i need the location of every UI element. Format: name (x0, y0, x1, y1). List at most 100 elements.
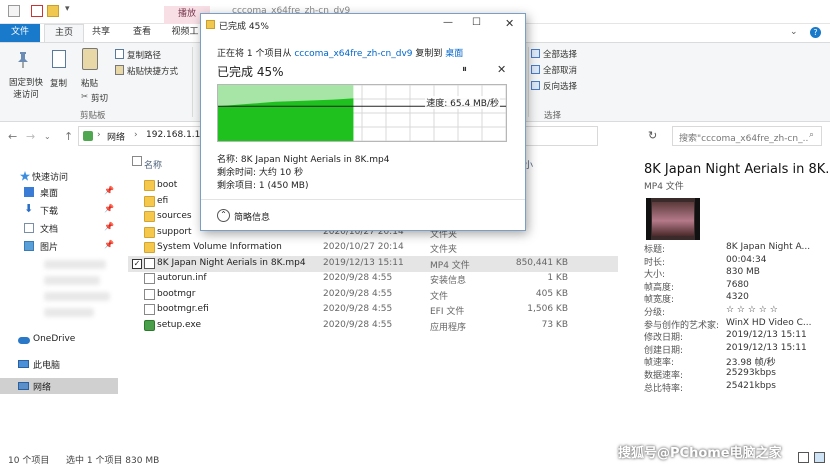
select-all-checkbox[interactable] (132, 156, 142, 166)
minimize-button[interactable]: — (443, 17, 453, 28)
back-arrow-icon[interactable]: ← (8, 130, 17, 143)
property-value: 4320 (726, 292, 749, 303)
property-row: 修改日期: 2019/12/13 15:11 (644, 330, 830, 343)
maximize-button[interactable]: ☐ (472, 17, 481, 28)
invert-selection-button[interactable]: 反向选择 (543, 80, 577, 92)
size-cell: 1 KB (547, 273, 568, 283)
up-arrow-icon[interactable]: ↑ (64, 130, 73, 143)
sidebar-item-desktop[interactable]: 桌面 📌 (0, 184, 118, 200)
type-cell: EFI 文件 (430, 307, 465, 317)
copy-description: 正在将 1 个项目从 cccoma_x64fre_zh-cn_dv9 复制到 桌… (217, 46, 463, 59)
search-icon[interactable]: ⌕ (809, 130, 814, 140)
file-name-cell: boot (157, 180, 178, 190)
copy-path-button[interactable]: 复制路径 (127, 49, 161, 61)
help-icon[interactable]: ? (810, 27, 821, 38)
properties-icon[interactable] (8, 5, 20, 17)
time-remaining: 剩余时间: 大约 10 秒 (217, 168, 304, 178)
download-arrow-icon: ⬇ (24, 202, 34, 215)
sidebar-item-network[interactable]: 网络 (0, 378, 118, 394)
quick-access-more-icon[interactable]: ▾ (65, 4, 77, 16)
checkbox-icon[interactable] (31, 5, 43, 17)
chevron-up-icon[interactable]: ⌃ (217, 209, 230, 222)
property-value: 830 MB (726, 267, 760, 278)
tab-video-tools[interactable]: 视频工 (167, 24, 203, 42)
date-cell: 2019/12/13 15:11 (323, 257, 404, 268)
size-cell: 73 KB (541, 319, 568, 330)
row-checkbox[interactable]: ✓ (132, 258, 142, 269)
copy-button[interactable]: 复制 (50, 77, 67, 89)
speed-area (218, 98, 354, 141)
thumbnail-image (652, 202, 694, 236)
paste-button[interactable]: 粘贴 (81, 77, 98, 89)
paste-shortcut-button[interactable]: 粘贴快捷方式 (127, 65, 178, 77)
property-value: WinX HD Video C... (726, 317, 812, 328)
details-subtitle: MP4 文件 (644, 182, 684, 192)
sidebar-item-this-pc[interactable]: 此电脑 (0, 356, 118, 372)
new-folder-icon[interactable] (47, 5, 59, 17)
pin-icon: 📌 (104, 240, 114, 249)
file-name-cell: support (157, 226, 192, 237)
tab-home[interactable]: 主页 (44, 24, 84, 42)
ribbon-expand-icon[interactable]: ⌄ (790, 27, 798, 37)
size-cell: 405 KB (535, 288, 568, 299)
tab-view[interactable]: 查看 (127, 24, 157, 42)
details-view-icon[interactable] (798, 452, 809, 463)
sidebar-item-label: OneDrive (33, 334, 76, 344)
size-cell: 850,441 KB (515, 257, 568, 268)
table-row[interactable]: bootmgr 2020/9/28 4:55 文件 405 KB (128, 287, 618, 303)
table-row[interactable]: bootmgr.efi 2020/9/28 4:55 EFI 文件 1,506 KB (128, 302, 618, 318)
property-row: 创建日期: 2019/12/13 15:11 (644, 343, 830, 356)
dialog-divider (201, 199, 525, 200)
search-input[interactable]: 搜索"cccoma_x64fre_zh-cn_... ⌕ (672, 126, 822, 146)
sidebar-item-quick-access[interactable]: 快速访问 (0, 168, 118, 184)
large-icons-view-icon[interactable] (814, 452, 825, 463)
type-cell: 安装信息 (430, 276, 467, 286)
tab-file[interactable]: 文件 (0, 24, 40, 42)
type-cell: 文件 (430, 291, 449, 302)
blurred-item (44, 276, 100, 285)
sidebar-item-documents[interactable]: 文档 📌 (0, 220, 118, 236)
source-link[interactable]: cccoma_x64fre_zh-cn_dv9 (294, 49, 412, 59)
breadcrumb-network[interactable]: 网络 (107, 130, 125, 143)
folder-icon (144, 211, 155, 222)
property-name: 分级: (644, 308, 666, 318)
sidebar-item-onedrive[interactable]: OneDrive (0, 332, 118, 348)
sidebar-item-pictures[interactable]: 图片 📌 (0, 238, 118, 254)
sidebar-item-downloads[interactable]: ⬇ 下载 📌 (0, 202, 118, 218)
property-name: 帧宽度: (644, 295, 675, 306)
cancel-icon[interactable]: ✕ (497, 63, 506, 76)
close-button[interactable]: ✕ (505, 17, 514, 30)
table-row[interactable]: ✓ 8K Japan Night Aerials in 8K.mp4 2019/12… (128, 255, 618, 272)
property-value: 7680 (726, 279, 749, 290)
file-name-cell: bootmgr (157, 288, 196, 299)
blurred-item (44, 308, 94, 317)
pin-to-quick-access-button[interactable]: 固定到快速访问 (6, 77, 46, 101)
paste-icon (82, 48, 98, 70)
property-value[interactable]: ☆ ☆ ☆ ☆ ☆ (726, 305, 778, 315)
progress-percent: 已完成 45% (217, 65, 284, 79)
column-header-name[interactable]: 名称 (144, 158, 162, 171)
star-icon (20, 171, 30, 181)
recent-locations-icon[interactable]: ⌄ (44, 132, 51, 141)
file-name-cell: 8K Japan Night Aerials in 8K.mp4 (157, 257, 306, 268)
property-row: 帧速率: 23.98 帧/秒 (644, 355, 830, 369)
file-name-cell: autorun.inf (157, 273, 207, 283)
table-row[interactable]: autorun.inf 2020/9/28 4:55 安装信息 1 KB (128, 271, 618, 287)
property-value: 25421kbps (726, 380, 776, 391)
forward-arrow-icon[interactable]: → (26, 130, 35, 143)
destination-link[interactable]: 桌面 (445, 49, 463, 59)
pause-icon[interactable]: ⏸ (462, 64, 467, 75)
cut-button[interactable]: 剪切 (91, 92, 108, 104)
table-row[interactable]: setup.exe 2020/9/28 4:55 应用程序 73 KB (128, 318, 618, 334)
select-none-button[interactable]: 全部取消 (543, 64, 577, 76)
item-count: 10 个项目 (8, 456, 50, 466)
tab-share[interactable]: 共享 (86, 24, 116, 42)
breadcrumb-host[interactable]: 192.168.1.1 (146, 130, 200, 140)
less-info-button[interactable]: 简略信息 (234, 210, 270, 223)
table-row[interactable]: System Volume Information 2020/10/27 20:1… (128, 240, 618, 256)
selection-info: 选中 1 个项目 830 MB (66, 456, 160, 466)
select-all-button[interactable]: 全部选择 (543, 48, 577, 60)
property-name: 帧速率: (644, 358, 675, 369)
copy-description-prefix: 正在将 1 个项目从 (217, 49, 295, 59)
refresh-icon[interactable]: ↻ (648, 129, 657, 142)
